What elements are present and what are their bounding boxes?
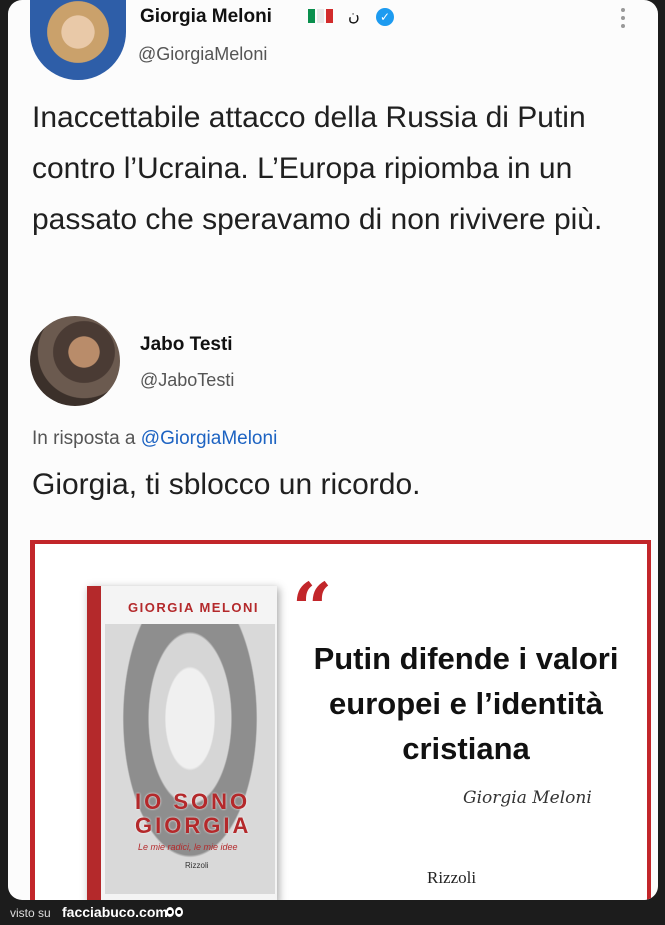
quote-text: Putin difende i valori europei e l’ident…: [313, 641, 619, 766]
avatar-giorgia-meloni[interactable]: [30, 0, 126, 80]
attached-image[interactable]: GIORGIA MELONI IO SONO GIORGIA Le mie ra…: [30, 540, 651, 900]
tweet-card: Giorgia Meloni ن ✓ @GiorgiaMeloni Inacce…: [8, 0, 658, 900]
book-title: IO SONO GIORGIA: [135, 790, 251, 838]
quote-signature: Giorgia Meloni: [463, 788, 592, 808]
book-title-line-1: IO SONO: [135, 789, 251, 814]
tweet-text: Inaccettabile attacco della Russia di Pu…: [32, 101, 603, 236]
publisher-logo: Rizzoli: [427, 868, 477, 887]
book-author: GIORGIA MELONI: [128, 600, 260, 615]
book-publisher: Rizzoli: [185, 861, 209, 870]
book-spine: [87, 586, 101, 900]
in-reply-to-mention-link[interactable]: @GiorgiaMeloni: [141, 428, 278, 449]
book-subtitle: Le mie radici, le mie idee: [138, 842, 238, 852]
more-options-icon[interactable]: [621, 8, 625, 32]
italy-flag-icon: [308, 9, 335, 23]
verified-badge-icon: ✓: [376, 8, 394, 26]
tweet-author-name[interactable]: Giorgia Meloni: [140, 6, 272, 28]
book-title-line-2: GIORGIA: [135, 813, 252, 838]
tweet-author-handle[interactable]: @GiorgiaMeloni: [138, 44, 267, 65]
avatar-jabo-testi[interactable]: [30, 316, 120, 406]
in-reply-to-label: In risposta a: [32, 428, 136, 449]
author-name-glyph: ن: [348, 8, 360, 25]
eyes-logo-icon: [166, 904, 186, 918]
book-cover-photo: [105, 624, 275, 894]
reply-author-handle[interactable]: @JaboTesti: [140, 370, 234, 391]
reply-author-name[interactable]: Jabo Testi: [140, 334, 233, 356]
watermark-footer: visto su facciabuco.com: [0, 900, 665, 925]
footer-site[interactable]: facciabuco.com: [62, 904, 168, 920]
in-reply-to-line: In risposta a @GiorgiaMeloni: [32, 428, 277, 450]
reply-text: Giorgia, ti sblocco un ricordo.: [32, 468, 421, 501]
footer-prefix: visto su: [10, 906, 51, 920]
quote-mark-icon: “: [292, 567, 333, 650]
